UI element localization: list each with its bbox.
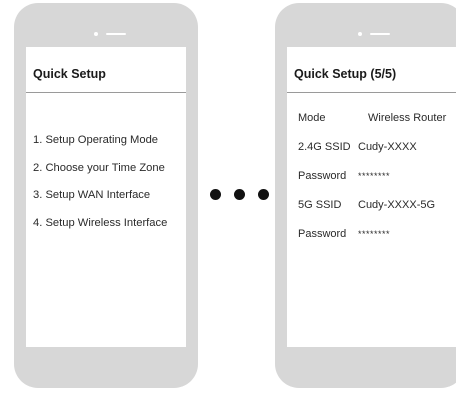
screen-title: Quick Setup	[33, 67, 106, 81]
summary-value: Cudy-XXXX-5G	[358, 199, 436, 211]
setup-step[interactable]: 2. Choose your Time Zone	[33, 155, 167, 183]
summary-value: ********	[358, 171, 391, 181]
screen-title: Quick Setup (5/5)	[294, 67, 397, 81]
setup-step[interactable]: 1. Setup Operating Mode	[33, 127, 167, 155]
setup-step[interactable]: 4. Setup Wireless Interface	[33, 210, 167, 238]
right-phone-screen: Quick Setup (5/5) Mode Wireless Router 2…	[287, 47, 456, 347]
dot-icon	[210, 189, 221, 200]
summary-value: ********	[358, 229, 391, 239]
title-divider	[287, 92, 456, 93]
speaker-grille	[370, 33, 390, 35]
left-phone-frame: Quick Setup 1. Setup Operating Mode 2. C…	[14, 3, 198, 388]
summary-label: Password	[298, 170, 347, 182]
title-divider	[26, 92, 186, 93]
camera-dot	[358, 32, 362, 36]
summary-label: Mode	[298, 112, 326, 124]
summary-value: Cudy-XXXX	[358, 141, 417, 153]
dot-icon	[234, 189, 245, 200]
dot-icon	[258, 189, 269, 200]
setup-step[interactable]: 3. Setup WAN Interface	[33, 182, 167, 210]
speaker-grille	[106, 33, 126, 35]
summary-label: 5G SSID	[298, 199, 342, 211]
setup-steps-list: 1. Setup Operating Mode 2. Choose your T…	[33, 127, 167, 237]
summary-value: Wireless Router	[368, 112, 447, 124]
left-phone-screen: Quick Setup 1. Setup Operating Mode 2. C…	[26, 47, 186, 347]
summary-label: Password	[298, 228, 347, 240]
right-phone-frame: Quick Setup (5/5) Mode Wireless Router 2…	[275, 3, 456, 388]
summary-label: 2.4G SSID	[298, 141, 351, 153]
camera-dot	[94, 32, 98, 36]
